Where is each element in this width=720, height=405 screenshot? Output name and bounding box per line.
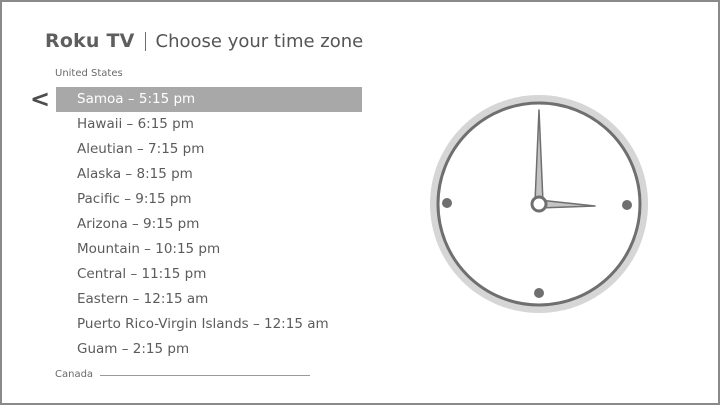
time-zone-option[interactable]: Puerto Rico-Virgin Islands – 12:15 am: [56, 312, 362, 337]
time-zone-option[interactable]: Guam – 2:15 pm: [56, 337, 362, 362]
section-united-states: United States: [55, 68, 123, 79]
time-zone-list: Samoa – 5:15 pm Hawaii – 6:15 pm Aleutian …: [56, 87, 362, 362]
time-zone-option[interactable]: Hawaii – 6:15 pm: [56, 112, 362, 137]
time-zone-option[interactable]: Arizona – 9:15 pm: [56, 212, 362, 237]
time-zone-option[interactable]: Pacific – 9:15 pm: [56, 187, 362, 212]
time-zone-option[interactable]: Aleutian – 7:15 pm: [56, 137, 362, 162]
clock-center-pin: [530, 195, 548, 213]
roku-tv-logo: Roku TV: [45, 30, 135, 52]
clock-marker-3: [622, 200, 632, 210]
header: Roku TV Choose your time zone: [45, 28, 363, 54]
time-zone-option[interactable]: Eastern – 12:15 am: [56, 287, 362, 312]
back-arrow-icon[interactable]: <: [30, 86, 50, 112]
time-zone-option[interactable]: Alaska – 8:15 pm: [56, 162, 362, 187]
clock-marker-6: [534, 288, 544, 298]
time-zone-option[interactable]: Mountain – 10:15 pm: [56, 237, 362, 262]
page-title: Choose your time zone: [155, 30, 364, 52]
section-canada: Canada: [55, 369, 94, 380]
analog-clock-icon: [430, 95, 648, 313]
time-zone-option[interactable]: Samoa – 5:15 pm: [56, 87, 362, 112]
time-zone-screen: Roku TV Choose your time zone United Sta…: [0, 0, 720, 405]
header-divider: [144, 31, 146, 51]
clock-marker-9: [442, 198, 452, 208]
section-divider: [100, 375, 310, 376]
time-zone-option[interactable]: Central – 11:15 pm: [56, 262, 362, 287]
